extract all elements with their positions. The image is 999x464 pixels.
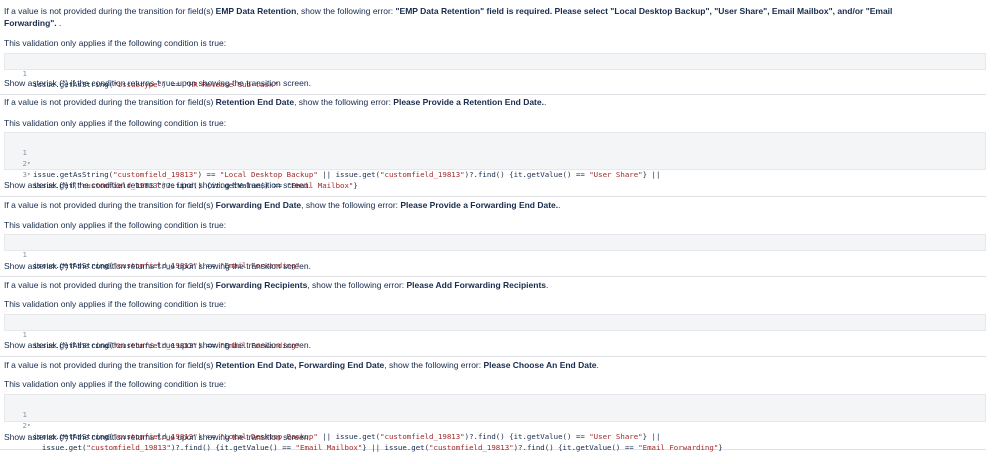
validator-block: If a value is not provided during the tr… [0,276,986,357]
inline-code-true: true [156,341,175,350]
error-message-cont: Forwarding". [4,18,57,28]
desc-middle: , show the following error: [301,200,401,210]
desc-prefix: If a value is not provided during the tr… [4,200,216,210]
validator-block: If a value is not provided during the tr… [0,94,986,197]
code-line: 2 ▾ issue.get("customfield_19813")?.find… [5,409,723,452]
validator-description: If a value is not provided during the tr… [4,280,548,291]
error-message: Please Add Forwarding Recipients [406,280,547,290]
error-message: Please Choose An End Date [483,360,597,370]
validators-page: If a value is not provided during the tr… [0,0,999,452]
error-message: "EMP Data Retention" field is required. … [395,6,893,16]
asterisk-pre: Show asterisk (*) if the condition retur… [4,180,157,190]
code-line: 1 ▾ issue.getAsString("customfield_19813… [5,398,661,441]
asterisk-pre: Show asterisk (*) if the condition retur… [4,432,157,442]
line-number: 1 [22,330,27,339]
code-line: 1 issue.getAsString("customfield_19813")… [5,238,300,270]
desc-prefix: If a value is not provided during the tr… [4,97,216,107]
desc-middle: , show the following error: [294,97,394,107]
condition-note: This validation only applies if the foll… [4,379,227,389]
field-names: EMP Data Retention [215,6,297,16]
condition-note: This validation only applies if the foll… [4,118,227,128]
asterisk-post: upon showing the transition screen. [174,261,311,271]
code-text: issue.getAsString("customfield_19813") =… [33,170,661,179]
line-number: 3 [22,170,27,179]
asterisk-note: Show asterisk (*) if the condition retur… [4,180,311,191]
code-editor[interactable]: 1 issue.getAsString("customfield_19813")… [4,234,986,270]
desc-suffix: . [543,97,547,107]
asterisk-post: upon showing the transition screen. [174,78,311,88]
asterisk-post: upon showing the transition screen. [174,432,311,442]
asterisk-pre: Show asterisk (*) if the condition retur… [4,261,157,271]
field-names: Retention End Date, Forwarding End Date [215,360,385,370]
condition-note: This validation only applies if the foll… [4,38,227,48]
inline-code-true: true [156,79,175,88]
validator-description: If a value is not provided during the tr… [4,6,892,17]
field-names: Retention End Date [215,97,295,107]
validator-block: If a value is not provided during the tr… [0,196,986,277]
code-editor[interactable]: 1 issue.getAsString("customfield_19813")… [4,314,986,350]
validator-block: If a value is not provided during the tr… [0,0,986,95]
asterisk-post: upon showing the transition screen. [174,340,311,350]
validator-description: If a value is not provided during the tr… [4,97,546,108]
condition-note: This validation only applies if the foll… [4,220,227,230]
condition-note: This validation only applies if the foll… [4,299,227,309]
desc-middle: , show the following error: [296,6,396,16]
inline-code-true: true [156,181,175,190]
desc-suffix: . [558,200,561,210]
asterisk-pre: Show asterisk (*) if the condition retur… [4,340,157,350]
asterisk-note: Show asterisk (*) if the condition retur… [4,261,311,272]
desc-prefix: If a value is not provided during the tr… [4,6,216,16]
code-editor[interactable]: 1 ▾ issue.getAsString("customfield_19813… [4,132,986,190]
code-line: 1 ▾ issue.getAsString("customfield_19813… [5,136,661,179]
asterisk-note: Show asterisk (*) if the condition retur… [4,78,311,89]
code-editor[interactable]: 1 ▾ issue.getAsString("customfield_19813… [4,394,986,452]
validator-description-cont: Forwarding". . [4,18,61,29]
desc-prefix: If a value is not provided during the tr… [4,280,216,290]
inline-code-true: true [156,433,175,442]
code-line: 1 issue.getAsString("customfield_19813")… [5,318,300,350]
desc-suffix: . [59,18,62,28]
line-number: 2 [22,421,27,430]
asterisk-note: Show asterisk (*) if the condition retur… [4,432,311,443]
validator-description: If a value is not provided during the tr… [4,360,599,371]
line-number: 1 [22,250,27,259]
desc-prefix: If a value is not provided during the tr… [4,360,216,370]
asterisk-note: Show asterisk (*) if the condition retur… [4,340,311,351]
desc-suffix: . [596,360,599,370]
field-names: Forwarding End Date [215,200,302,210]
desc-middle: , show the following error: [307,280,407,290]
inline-code-true: true [156,262,175,271]
desc-suffix: . [546,280,549,290]
desc-middle: , show the following error: [384,360,484,370]
error-message: Please Provide a Forwarding End Date. [400,200,559,210]
code-line: 3 [5,158,41,179]
asterisk-post: upon showing the transition screen. [174,180,311,190]
validator-description: If a value is not provided during the tr… [4,200,561,211]
error-message: Please Provide a Retention End Date. [393,97,544,107]
code-line: 1 issue.getAsString("issuetype") == "HR … [5,57,278,89]
validator-block: If a value is not provided during the tr… [0,356,986,452]
field-names: Forwarding Recipients [215,280,308,290]
code-editor[interactable]: 1 issue.getAsString("issuetype") == "HR … [4,53,986,89]
code-text: issue.get("customfield_19813")?.find() {… [33,443,723,452]
code-line: 2 ▾ issue.get("customfield_19813")?.find… [5,147,358,190]
asterisk-pre: Show asterisk (*) if the condition retur… [4,78,157,88]
